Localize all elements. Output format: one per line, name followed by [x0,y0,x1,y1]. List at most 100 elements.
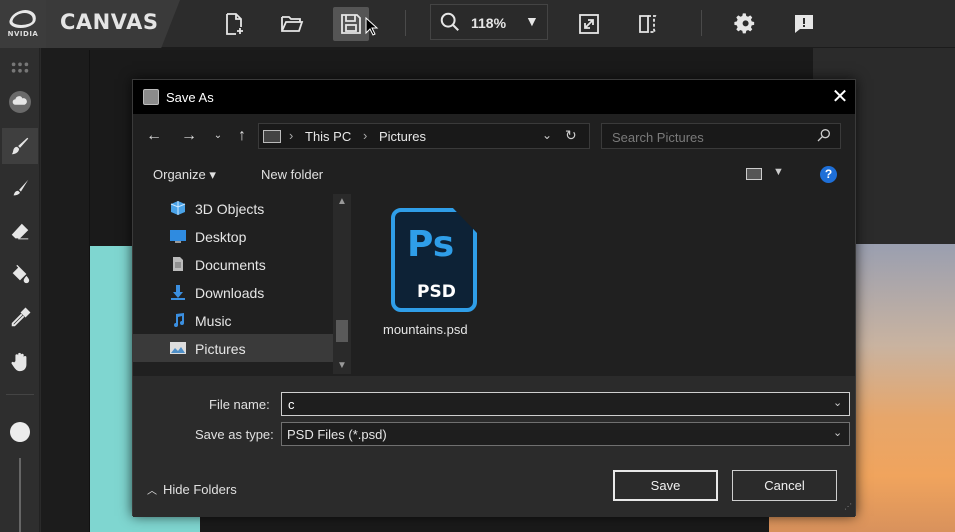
logo-text: NVIDIA [7,30,39,38]
breadcrumb-separator-icon: › [289,128,294,143]
file-name-field[interactable]: ⌄ [281,392,850,416]
search-icon[interactable] [816,127,832,148]
layers-icon[interactable] [2,50,38,86]
nvidia-logo: NVIDIA [0,0,46,48]
zoom-icon [439,11,461,38]
hide-folders-button[interactable]: ︿ Hide Folders [147,482,237,497]
back-arrow-icon[interactable]: ← [143,126,165,146]
pan-hand-icon[interactable] [2,344,38,380]
nav-item-downloads[interactable]: Downloads [133,278,333,306]
scroll-up-icon[interactable]: ▲ [337,196,347,207]
recent-locations-chevron-icon[interactable]: ⌄ [207,126,229,146]
nav-item-3d-objects[interactable]: 3D Objects [133,194,333,222]
fit-screen-icon[interactable] [571,7,607,41]
scrollbar-thumb[interactable] [336,320,348,342]
eyedropper-icon[interactable] [2,300,38,336]
save-icon[interactable] [333,7,369,41]
file-name-dropdown-icon[interactable]: ⌄ [833,396,842,409]
close-button[interactable]: ✕ [827,84,853,110]
nav-item-pictures[interactable]: Pictures [133,334,333,362]
gear-icon[interactable] [727,7,763,41]
help-icon[interactable]: ? [820,166,837,183]
file-name-input[interactable] [288,396,818,413]
file-name-label[interactable]: mountains.psd [383,322,468,337]
feedback-icon[interactable] [786,7,822,41]
save-options-panel: File name: ⌄ Save as type: PSD Files (*.… [133,376,855,517]
file-list: Ps PSD mountains.psd [355,194,855,374]
split-view-icon[interactable] [630,7,666,41]
breadcrumb-separator-icon: › [363,128,368,143]
app-title: CANVAS [60,10,159,34]
organize-button[interactable]: Organize ▾ [153,167,216,183]
toolbar-divider [405,10,406,36]
address-bar[interactable]: › This PC › Pictures ⌄ ↻ [258,123,590,149]
dialog-titlebar: Save As ✕ [133,80,855,114]
music-icon [174,313,184,327]
nav-item-label: Desktop [195,229,247,245]
eraser-icon[interactable] [2,214,38,250]
paintbrush-icon[interactable] [2,170,38,206]
command-bar: Organize ▾ New folder ▼ ? [133,160,855,190]
zoom-level: 118% [471,15,507,31]
scroll-down-icon[interactable]: ▼ [337,360,347,371]
resize-grip-icon[interactable]: ⋰ [844,502,852,511]
file-item[interactable]: Ps PSD [389,208,477,318]
forward-arrow-icon[interactable]: → [178,126,200,146]
hide-folders-label: Hide Folders [163,482,237,497]
nvidia-eye-icon [7,10,39,28]
save-as-type-label: Save as type: [195,427,274,442]
file-badge-bottom: PSD [417,282,456,302]
nav-item-label: 3D Objects [195,201,265,217]
up-arrow-icon[interactable]: ↑ [231,126,253,146]
breadcrumb-this-pc[interactable]: This PC [305,129,351,144]
save-as-dialog: Save As ✕ ← → ⌄ ↑ › This PC › Pictures ⌄… [132,79,856,517]
refresh-icon[interactable]: ↻ [565,127,577,144]
search-input[interactable] [612,128,812,146]
view-options-icon[interactable] [746,168,762,180]
save-as-type-dropdown-icon[interactable]: ⌄ [833,426,842,439]
tool-sidebar [0,48,40,532]
nav-item-label: Documents [195,257,266,273]
downloads-icon [171,285,185,300]
search-box[interactable] [601,123,841,149]
zoom-control[interactable]: 118% ▼ [430,4,548,40]
view-dropdown-icon[interactable]: ▼ [773,166,784,178]
address-dropdown-icon[interactable]: ⌄ [542,128,552,142]
nav-item-documents[interactable]: Documents [133,250,333,278]
navigation-scrollbar[interactable]: ▲ ▼ [333,194,351,374]
brush-size-slider-track[interactable] [19,458,21,532]
file-badge-top: Ps [407,224,455,265]
this-pc-icon [263,130,281,143]
breadcrumb-pictures[interactable]: Pictures [379,129,426,144]
navigation-pane: 3D Objects Desktop Documents Downloads M… [133,194,353,374]
brush-icon[interactable] [2,128,38,164]
open-folder-icon[interactable] [274,7,310,41]
save-as-type-value: PSD Files (*.psd) [287,427,387,442]
nav-item-label: Pictures [195,341,246,357]
chevron-up-icon: ︿ [147,486,157,497]
app-window-icon [143,89,159,105]
app-toolbar: NVIDIA CANVAS 118% ▼ [0,0,955,48]
nav-item-label: Downloads [195,285,265,301]
navigation-row: ← → ⌄ ↑ › This PC › Pictures ⌄ ↻ [133,118,855,154]
zoom-dropdown-icon[interactable]: ▼ [525,13,539,29]
save-as-type-select[interactable]: PSD Files (*.psd) ⌄ [281,422,850,446]
save-button[interactable]: Save [613,470,718,501]
nav-item-desktop[interactable]: Desktop [133,222,333,250]
documents-icon [173,257,183,271]
sidebar-divider [6,394,34,395]
toolbar-divider [701,10,702,36]
file-name-label: File name: [209,397,270,412]
fill-bucket-icon[interactable] [2,256,38,292]
brush-size-slider-handle[interactable] [10,422,30,442]
photoshop-file-icon: Ps PSD [391,208,477,312]
dialog-title: Save As [166,90,214,105]
cancel-button[interactable]: Cancel [732,470,837,501]
cloud-icon[interactable] [2,84,38,120]
new-file-icon[interactable] [216,7,252,41]
pictures-icon [170,342,186,354]
new-folder-button[interactable]: New folder [261,167,323,182]
mouse-cursor-icon [365,16,379,42]
nav-item-label: Music [195,313,232,329]
nav-item-music[interactable]: Music [133,306,333,334]
